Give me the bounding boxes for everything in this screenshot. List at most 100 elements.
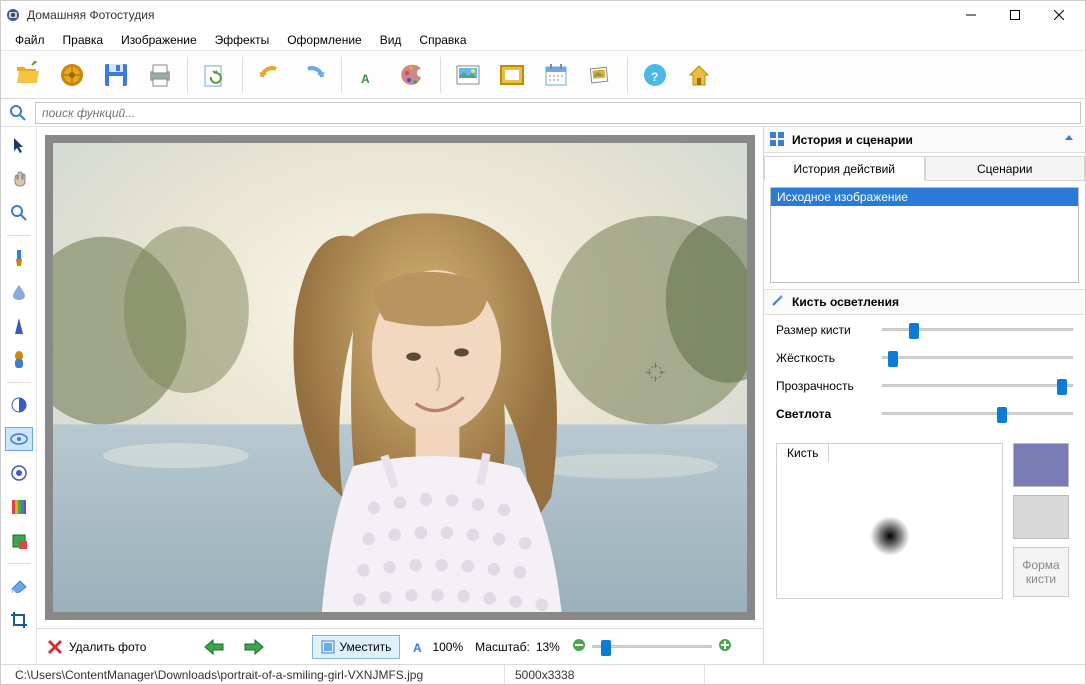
tool-pointer[interactable]: [5, 133, 33, 157]
menu-view[interactable]: Вид: [372, 31, 410, 49]
history-list[interactable]: Исходное изображение: [770, 187, 1079, 283]
bottom-bar: Удалить фото Уместить A 100% Масштаб: 13…: [37, 628, 763, 664]
menu-effects[interactable]: Эффекты: [207, 31, 278, 49]
status-path: C:\Users\ContentManager\Downloads\portra…: [5, 665, 505, 684]
zoom-label: Масштаб:: [475, 640, 530, 654]
maximize-button[interactable]: [993, 1, 1037, 29]
status-dims: 5000x3338: [505, 665, 705, 684]
brush-size-label: Размер кисти: [776, 323, 876, 337]
brush-panel-header: Кисть осветления: [764, 289, 1085, 315]
grid-icon: [770, 132, 786, 148]
brush-size-slider[interactable]: [882, 323, 1073, 337]
undo-button[interactable]: [251, 56, 289, 94]
save-button[interactable]: [97, 56, 135, 94]
brush-hard-label: Жёсткость: [776, 351, 876, 365]
tool-fill[interactable]: [5, 529, 33, 553]
delete-label: Удалить фото: [69, 640, 146, 654]
help-button[interactable]: ?: [636, 56, 674, 94]
close-button[interactable]: [1037, 1, 1081, 29]
zoom-out-button[interactable]: [572, 638, 586, 655]
brush-light-label: Светлота: [776, 407, 876, 421]
brush-hard-slider[interactable]: [882, 351, 1073, 365]
zoom-100-button[interactable]: A 100%: [412, 640, 463, 654]
tool-dodge[interactable]: [5, 427, 33, 451]
title-bar: Домашняя Фотостудия: [1, 1, 1085, 29]
zoom-slider[interactable]: [592, 640, 712, 654]
brush-shape-button[interactable]: Форма кисти: [1013, 547, 1069, 597]
menu-image[interactable]: Изображение: [113, 31, 205, 49]
collage-button[interactable]: [581, 56, 619, 94]
tool-clone[interactable]: [5, 348, 33, 372]
menu-edit[interactable]: Правка: [55, 31, 112, 49]
window-title: Домашняя Фотостудия: [27, 8, 949, 22]
status-bar: C:\Users\ContentManager\Downloads\portra…: [1, 664, 1085, 684]
brush-opacity-slider[interactable]: [882, 379, 1073, 393]
menu-file[interactable]: Файл: [7, 31, 53, 49]
calendar-button[interactable]: [537, 56, 575, 94]
color-swatch-secondary[interactable]: [1013, 495, 1069, 539]
tab-scenarios[interactable]: Сценарии: [925, 156, 1086, 180]
wand-icon: [770, 294, 786, 310]
main-toolbar: A ?: [1, 51, 1085, 99]
history-tabs: История действий Сценарии: [764, 153, 1085, 181]
fit-button[interactable]: Уместить: [312, 635, 400, 659]
tool-dodge-mask[interactable]: [5, 393, 33, 417]
menu-decoration[interactable]: Оформление: [279, 31, 369, 49]
svg-text:A: A: [361, 72, 370, 86]
delete-photo-button[interactable]: Удалить фото: [47, 639, 146, 655]
open-button[interactable]: [9, 56, 47, 94]
tab-history[interactable]: История действий: [764, 156, 925, 181]
tool-eraser[interactable]: [5, 574, 33, 598]
search-input[interactable]: [35, 102, 1081, 124]
zoom-100-label: 100%: [432, 640, 463, 654]
tool-hand[interactable]: [5, 167, 33, 191]
brush-dot-icon: [870, 516, 910, 556]
brush-preview: Кисть: [776, 443, 1003, 599]
search-icon[interactable]: [5, 101, 31, 125]
search-row: [1, 99, 1085, 127]
minimize-button[interactable]: [949, 1, 993, 29]
app-icon: [5, 7, 21, 23]
photo-canvas[interactable]: [53, 143, 747, 612]
tool-crop[interactable]: [5, 608, 33, 632]
collapse-button[interactable]: [1063, 132, 1079, 148]
print-button[interactable]: [141, 56, 179, 94]
right-sidebar: История и сценарии История действий Сцен…: [763, 127, 1085, 664]
svg-text:A: A: [413, 641, 422, 654]
brush-preview-tab[interactable]: Кисть: [776, 443, 829, 463]
brush-panel-title: Кисть осветления: [792, 295, 1079, 309]
tool-gradient[interactable]: [5, 495, 33, 519]
menu-bar: Файл Правка Изображение Эффекты Оформлен…: [1, 29, 1085, 51]
redo-button[interactable]: [295, 56, 333, 94]
image-button[interactable]: [449, 56, 487, 94]
zoom-in-button[interactable]: [718, 638, 732, 655]
convert-button[interactable]: [196, 56, 234, 94]
tool-blur[interactable]: [5, 280, 33, 304]
delete-icon: [47, 639, 63, 655]
tool-sharpen[interactable]: [5, 314, 33, 338]
palette-button[interactable]: [394, 56, 432, 94]
tool-zoom[interactable]: [5, 201, 33, 225]
menu-help[interactable]: Справка: [411, 31, 474, 49]
svg-text:?: ?: [651, 70, 658, 84]
tool-sidebar: [1, 127, 37, 664]
history-panel-title: История и сценарии: [792, 133, 1063, 147]
fit-icon: [321, 640, 335, 654]
catalog-button[interactable]: [53, 56, 91, 94]
tool-brush[interactable]: [5, 246, 33, 270]
brush-opacity-label: Прозрачность: [776, 379, 876, 393]
frame-button[interactable]: [493, 56, 531, 94]
next-button[interactable]: [240, 635, 268, 659]
prev-button[interactable]: [200, 635, 228, 659]
canvas-area[interactable]: [37, 127, 763, 628]
text-a-icon: A: [412, 640, 426, 654]
history-panel-header: История и сценарии: [764, 127, 1085, 153]
color-swatch-primary[interactable]: [1013, 443, 1069, 487]
fit-label: Уместить: [339, 640, 391, 654]
brush-light-slider[interactable]: [882, 407, 1073, 421]
home-button[interactable]: [680, 56, 718, 94]
history-item[interactable]: Исходное изображение: [771, 188, 1078, 206]
zoom-value: 13%: [536, 640, 566, 654]
tool-burn[interactable]: [5, 461, 33, 485]
text-button[interactable]: A: [350, 56, 388, 94]
